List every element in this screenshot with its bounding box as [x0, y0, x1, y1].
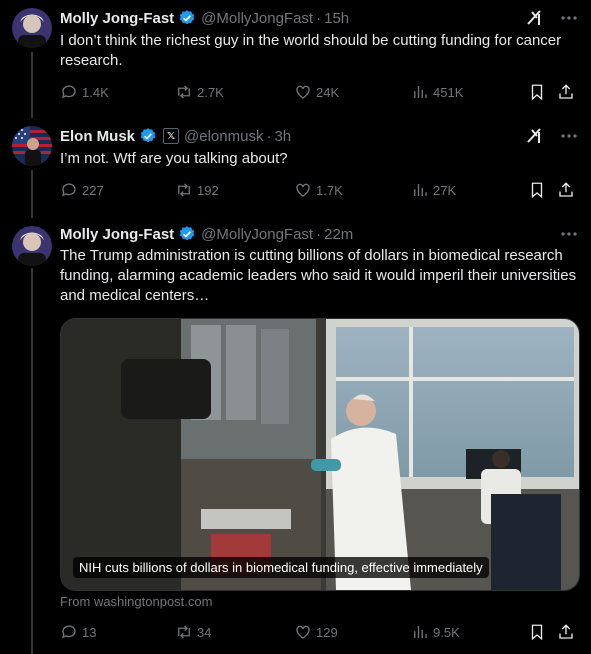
like-button[interactable]: 1.7K — [294, 181, 343, 199]
retweet-count: 2.7K — [197, 84, 224, 100]
views-count: 9.5K — [433, 624, 460, 640]
verified-badge-icon — [179, 226, 195, 241]
avatar[interactable] — [12, 126, 52, 166]
more-icon[interactable] — [559, 126, 579, 146]
card-image — [61, 319, 579, 590]
views-icon — [414, 626, 427, 638]
reply-button[interactable]: 1.4K — [60, 83, 109, 101]
share-button[interactable] — [557, 181, 575, 199]
retweet-icon — [178, 625, 190, 639]
reply-icon — [62, 625, 76, 639]
avatar[interactable] — [12, 226, 52, 266]
share-button[interactable] — [557, 83, 575, 101]
views-icon — [414, 184, 427, 196]
grok-icon[interactable] — [525, 126, 545, 146]
reply-count: 13 — [82, 624, 97, 640]
bookmark-button[interactable] — [528, 181, 546, 199]
retweet-icon — [178, 85, 190, 99]
bookmark-icon — [531, 84, 543, 101]
avatar[interactable] — [12, 8, 52, 48]
link-card[interactable]: NIH cuts billions of dollars in biomedic… — [60, 318, 580, 591]
like-count: 129 — [316, 624, 338, 640]
verified-badge-icon — [140, 128, 156, 143]
share-icon — [559, 624, 573, 639]
retweet-button[interactable]: 192 — [175, 181, 219, 199]
timestamp[interactable]: 3h — [274, 128, 291, 145]
bookmark-icon — [531, 624, 543, 641]
grok-icon[interactable] — [525, 8, 545, 28]
retweet-icon — [178, 183, 190, 197]
like-count: 1.7K — [316, 182, 343, 198]
views-count: 451K — [433, 84, 464, 100]
retweet-button[interactable]: 2.7K — [175, 83, 224, 101]
share-icon — [559, 84, 573, 99]
retweet-count: 34 — [197, 624, 212, 640]
retweet-count: 192 — [197, 182, 219, 198]
separator: · — [316, 9, 322, 27]
bookmark-button[interactable] — [528, 623, 546, 641]
display-name[interactable]: Molly Jong-Fast — [60, 10, 174, 27]
bookmark-icon — [531, 182, 543, 199]
like-icon — [296, 625, 310, 639]
conversation-thread: Molly Jong-Fast @MollyJongFast · 15h I d… — [0, 0, 591, 654]
tweet[interactable]: Elon Musk 𝕏 @elonmusk · 3h I’m not. Wtf … — [0, 118, 591, 218]
like-count: 24K — [316, 84, 340, 100]
reply-icon — [62, 183, 76, 197]
separator: · — [266, 127, 272, 145]
tweet-actions: 227 192 1.7K 27K — [60, 180, 579, 200]
views-button[interactable]: 9.5K — [411, 623, 460, 641]
more-icon[interactable] — [559, 8, 579, 28]
like-icon — [296, 183, 310, 197]
affiliate-badge[interactable]: 𝕏 — [163, 128, 180, 144]
timestamp[interactable]: 15h — [324, 10, 349, 27]
retweet-button[interactable]: 34 — [175, 623, 211, 641]
tweet-actions: 13 34 129 9.5K — [60, 622, 579, 642]
timestamp[interactable]: 22m — [324, 226, 353, 243]
tweet-header: Molly Jong-Fast @MollyJongFast · 22m — [60, 224, 579, 244]
display-name[interactable]: Molly Jong-Fast — [60, 226, 174, 243]
share-button[interactable] — [557, 623, 575, 641]
reply-count: 1.4K — [82, 84, 109, 100]
tweet-header: Elon Musk 𝕏 @elonmusk · 3h — [60, 126, 579, 146]
reply-icon — [62, 85, 76, 99]
tweet-text: The Trump administration is cutting bill… — [60, 247, 577, 304]
reply-button[interactable]: 227 — [60, 181, 104, 199]
views-icon — [414, 86, 427, 98]
tweet-text: I don’t think the richest guy in the wor… — [60, 32, 562, 69]
like-button[interactable]: 129 — [294, 623, 338, 641]
tweet-text: I’m not. Wtf are you talking about? — [60, 150, 288, 167]
handle[interactable]: @elonmusk — [184, 128, 263, 145]
like-button[interactable]: 24K — [294, 83, 339, 101]
display-name[interactable]: Elon Musk — [60, 128, 135, 145]
handle[interactable]: @MollyJongFast — [201, 10, 313, 27]
tweet-header: Molly Jong-Fast @MollyJongFast · 15h — [60, 8, 579, 28]
tweet[interactable]: Molly Jong-Fast @MollyJongFast · 15h I d… — [0, 0, 591, 118]
card-source[interactable]: From washingtonpost.com — [60, 594, 212, 609]
card-caption: NIH cuts billions of dollars in biomedic… — [73, 557, 489, 578]
handle[interactable]: @MollyJongFast — [201, 226, 313, 243]
bookmark-button[interactable] — [528, 83, 546, 101]
like-icon — [296, 85, 310, 99]
separator: · — [316, 225, 322, 243]
reply-count: 227 — [82, 182, 104, 198]
verified-badge-icon — [179, 10, 195, 25]
more-icon[interactable] — [559, 224, 579, 244]
views-button[interactable]: 451K — [411, 83, 463, 101]
views-count: 27K — [433, 182, 457, 198]
reply-button[interactable]: 13 — [60, 623, 96, 641]
views-button[interactable]: 27K — [411, 181, 456, 199]
tweet-actions: 1.4K 2.7K 24K 451K — [60, 82, 579, 102]
share-icon — [559, 182, 573, 197]
